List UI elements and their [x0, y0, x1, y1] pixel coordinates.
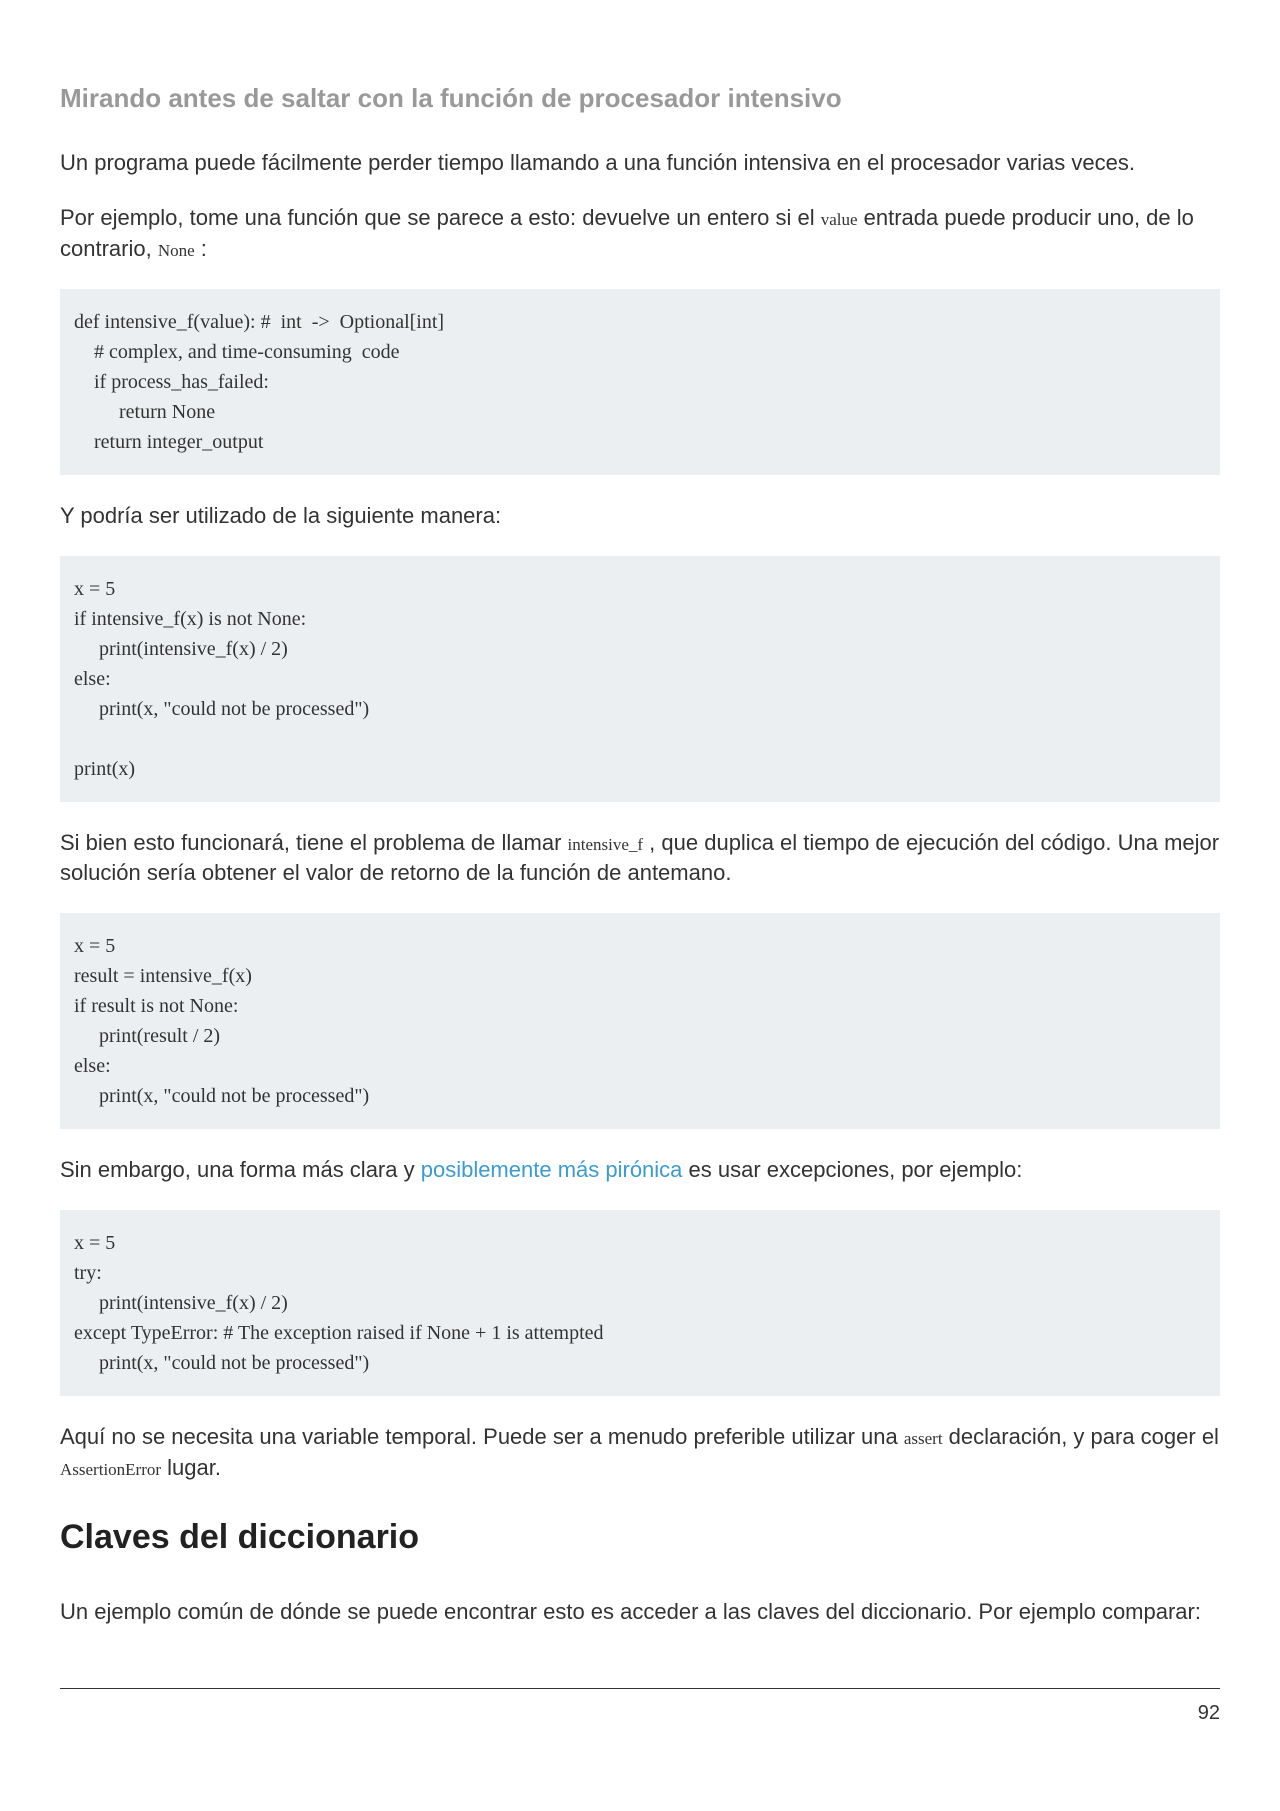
code-block-4: x = 5 try: print(intensive_f(x) / 2) exc…	[60, 1210, 1220, 1396]
code-block-1: def intensive_f(value): # int -> Optiona…	[60, 289, 1220, 475]
text: es usar excepciones, por ejemplo:	[682, 1157, 1022, 1182]
code-block-2: x = 5 if intensive_f(x) is not None: pri…	[60, 556, 1220, 802]
inline-code-assert: assert	[904, 1429, 943, 1448]
inline-code-value: value	[821, 210, 858, 229]
paragraph-assert: Aquí no se necesita una variable tempora…	[60, 1422, 1220, 1484]
text: lugar.	[161, 1455, 221, 1480]
paragraph-example-intro: Por ejemplo, tome una función que se par…	[60, 203, 1220, 265]
heading-dict-keys: Claves del diccionario	[60, 1514, 1220, 1562]
paragraph-however: Sin embargo, una forma más clara y posib…	[60, 1155, 1220, 1186]
text: Por ejemplo, tome una función que se par…	[60, 205, 821, 230]
page-footer: 92	[60, 1688, 1220, 1727]
text: Sin embargo, una forma más clara y	[60, 1157, 421, 1182]
paragraph-problem: Si bien esto funcionará, tiene el proble…	[60, 828, 1220, 890]
inline-code-none: None	[158, 241, 195, 260]
text: :	[195, 236, 207, 261]
paragraph-intro: Un programa puede fácilmente perder tiem…	[60, 148, 1220, 179]
page-number: 92	[1198, 1702, 1220, 1724]
link-pythonic[interactable]: posiblemente más pirónica	[421, 1157, 683, 1182]
inline-code-intensive-f: intensive_f	[568, 835, 644, 854]
section-title: Mirando antes de saltar con la función d…	[60, 80, 1220, 116]
paragraph-dict-intro: Un ejemplo común de dónde se puede encon…	[60, 1597, 1220, 1628]
text: Si bien esto funcionará, tiene el proble…	[60, 830, 568, 855]
text: declaración, y para coger el	[943, 1424, 1219, 1449]
paragraph-usage: Y podría ser utilizado de la siguiente m…	[60, 501, 1220, 532]
text: Aquí no se necesita una variable tempora…	[60, 1424, 904, 1449]
inline-code-assertion-error: AssertionError	[60, 1460, 161, 1479]
code-block-3: x = 5 result = intensive_f(x) if result …	[60, 913, 1220, 1129]
